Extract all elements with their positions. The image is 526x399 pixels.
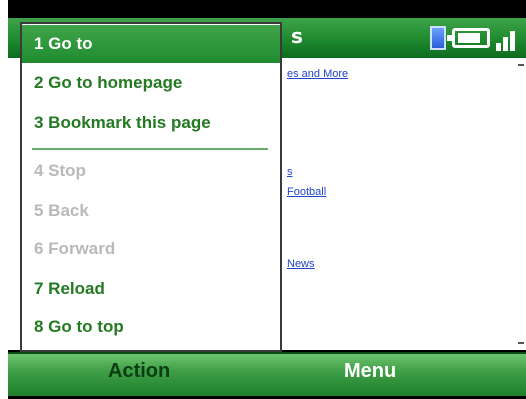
- page-link-4[interactable]: News: [287, 258, 315, 270]
- softkey-menu[interactable]: Menu: [344, 360, 396, 383]
- title-text: s: [291, 24, 303, 48]
- page-link-2[interactable]: s: [287, 166, 293, 178]
- menu-item-go-to-homepage[interactable]: 2 Go to homepage: [22, 64, 280, 102]
- device-screen: s es and More s Football News 1 Go to 2 …: [8, 0, 526, 399]
- menu-item-forward: 6 Forward: [34, 239, 116, 258]
- menu-item-bookmark-this-page[interactable]: 3 Bookmark this page: [22, 104, 280, 142]
- scrollbar[interactable]: [518, 58, 524, 350]
- page-link-1[interactable]: es and More: [287, 68, 348, 80]
- battery-icon: [447, 28, 490, 48]
- page-link-3[interactable]: Football: [287, 186, 326, 198]
- menu-item-reload[interactable]: 7 Reload: [22, 270, 280, 308]
- menu-item-stop: 4 Stop: [34, 161, 86, 180]
- softkey-action[interactable]: Action: [108, 360, 170, 383]
- menu-item-go-to[interactable]: 1 Go to: [22, 25, 280, 63]
- signal-icon: [496, 25, 520, 51]
- document-icon: [430, 26, 446, 50]
- menu-item-go-to-top[interactable]: 8 Go to top: [22, 308, 280, 346]
- action-menu: 1 Go to 2 Go to homepage 3 Bookmark this…: [20, 22, 282, 352]
- softkey-bar: Action Menu: [8, 352, 526, 396]
- status-icons: [430, 22, 520, 54]
- menu-item-back: 5 Back: [34, 201, 89, 220]
- menu-separator: [32, 148, 268, 150]
